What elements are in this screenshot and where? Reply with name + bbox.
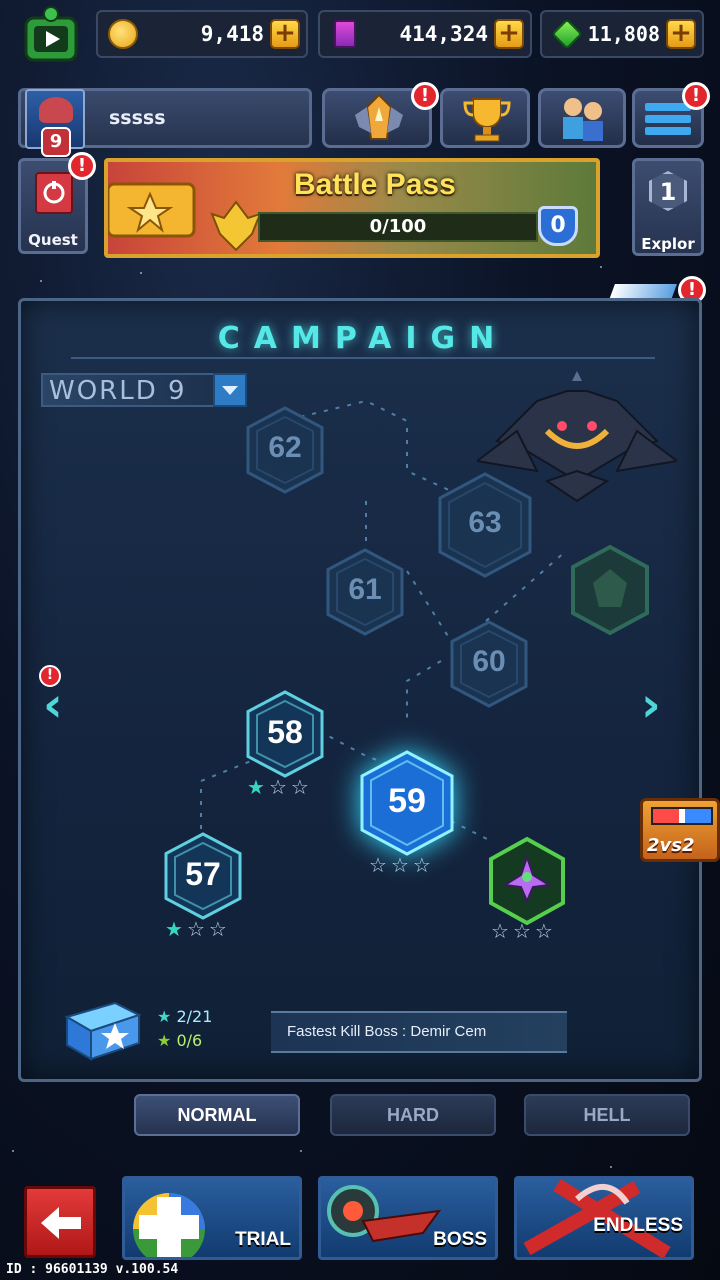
stage-stars: ☆ ☆ ☆: [369, 853, 431, 877]
tab-hard[interactable]: HARD: [330, 1094, 496, 1136]
battle-pass-title: Battle Pass: [294, 168, 456, 201]
stage-number: 60: [472, 645, 506, 679]
gems-counter: 11,808 +: [540, 10, 704, 58]
prev-world-alert-badge: !: [39, 665, 61, 687]
stars-collected: ★ 2/21: [157, 1007, 212, 1026]
ship-reward-node[interactable]: [487, 835, 567, 927]
star-icon: ☆: [534, 919, 553, 943]
footer-id: ID : 96601139 v.100.54: [6, 1262, 179, 1277]
stage-number: 57: [185, 856, 221, 893]
boss-stage-node[interactable]: [569, 543, 651, 637]
menu-alert-badge: !: [682, 82, 710, 110]
trial-button[interactable]: TRIAL: [122, 1176, 302, 1260]
battle-pass-progress-bar: 0/100: [258, 212, 538, 242]
stage-node[interactable]: 58: [245, 689, 325, 779]
friends-icon: [563, 98, 603, 141]
reward-chest-icon[interactable]: [61, 995, 145, 1065]
battle-pass-banner[interactable]: Battle Pass 0/100 0: [104, 158, 600, 258]
star-icon: ☆: [412, 853, 431, 877]
card-icon: [334, 20, 356, 48]
stage-stars: ★ ☆ ☆: [165, 917, 227, 941]
endless-label: ENDLESS: [593, 1215, 683, 1236]
trophy-icon: [463, 98, 511, 142]
explore-button[interactable]: 1 Explor: [632, 158, 704, 256]
trial-label: TRIAL: [235, 1229, 291, 1250]
event-2vs2-button[interactable]: 2vs2: [640, 798, 720, 862]
stage-number: 61: [348, 573, 382, 607]
leaderboard-button[interactable]: [440, 88, 530, 148]
stage-node[interactable]: 57: [163, 831, 243, 921]
back-arrow-icon: [41, 1207, 81, 1239]
gold-counter: 9,418 +: [96, 10, 308, 58]
profile-card[interactable]: 9 sssss: [18, 88, 312, 157]
next-world-arrow[interactable]: ›: [641, 677, 661, 733]
cards-value: 414,324: [399, 22, 488, 46]
boss-button[interactable]: BOSS: [318, 1176, 498, 1260]
stage-node[interactable]: 63: [437, 471, 533, 579]
battle-pass-ticket-icon: [108, 182, 196, 238]
endless-button[interactable]: ENDLESS: [514, 1176, 694, 1260]
stage-node[interactable]: 62: [245, 405, 325, 495]
explore-count-badge: 1: [649, 171, 687, 211]
star-icon: ☆: [290, 775, 309, 799]
star-icon: ☆: [491, 919, 509, 943]
add-gold-button[interactable]: +: [270, 19, 300, 49]
cards-counter: 414,324 +: [318, 10, 532, 58]
star-icon: ★: [165, 917, 183, 941]
star-icon: ☆: [186, 917, 205, 941]
quest-scroll-icon: [35, 172, 73, 214]
menu-icon: [645, 103, 691, 135]
star-icon: ★: [157, 1007, 172, 1026]
star-icon: ☆: [208, 917, 227, 941]
campaign-info-row: ★ 2/21 ★ 0/6 Fastest Kill Boss : Demir C…: [61, 1001, 661, 1063]
gems-value: 11,808: [587, 22, 660, 46]
stage-number: 63: [468, 506, 502, 540]
stage-node[interactable]: 61: [325, 547, 405, 637]
event-2vs2-label: 2vs2: [647, 835, 695, 856]
add-gems-button[interactable]: +: [666, 19, 696, 49]
coin-icon: [108, 19, 138, 49]
ship-node-stars: ☆ ☆ ☆: [491, 919, 553, 943]
bonus-stars: ★ 0/6: [157, 1031, 202, 1050]
star-icon: ☆: [390, 853, 409, 877]
player-level-badge: 9: [41, 127, 71, 157]
star-icon: ☆: [512, 919, 531, 943]
gold-value: 9,418: [200, 22, 264, 46]
app-logo-icon[interactable]: [18, 4, 88, 66]
battle-pass-level-badge: 0: [538, 206, 578, 246]
player-name: sssss: [109, 107, 166, 129]
battle-pass-rank-icon: [210, 200, 262, 252]
fastest-kill-text: Fastest Kill Boss : Demir Cem: [271, 1011, 567, 1053]
friends-button[interactable]: [538, 88, 626, 148]
tab-hell[interactable]: HELL: [524, 1094, 690, 1136]
stars-collected-value: 2/21: [176, 1007, 213, 1026]
add-cards-button[interactable]: +: [494, 19, 524, 49]
avatar-pilot-icon: [39, 97, 73, 123]
tab-normal[interactable]: NORMAL: [134, 1094, 300, 1136]
star-icon: ★: [247, 775, 265, 799]
trial-icon: [133, 1193, 205, 1257]
stage-number: 59: [388, 781, 426, 820]
star-icon: ☆: [268, 775, 287, 799]
bonus-stars-value: 0/6: [176, 1031, 203, 1050]
battle-pass-progress-text: 0/100: [369, 216, 427, 237]
back-button[interactable]: [24, 1186, 96, 1258]
star-icon: ☆: [369, 853, 387, 877]
rank-emblem-icon: [355, 93, 403, 140]
boss-label: BOSS: [433, 1229, 487, 1250]
campaign-panel: CAMPAIGN WORLD 9 62 63 61 60 58 ★ ☆ ☆ 59…: [18, 298, 702, 1082]
boss-icon: [327, 1185, 442, 1243]
stage-number: 58: [267, 714, 303, 751]
quest-alert-badge: !: [68, 152, 96, 180]
stage-node[interactable]: 59: [359, 749, 455, 857]
rank-alert-badge: !: [411, 82, 439, 110]
stage-node[interactable]: 60: [449, 619, 529, 709]
event-glasses-icon: [651, 807, 713, 825]
stage-number: 62: [268, 431, 302, 465]
explore-label: Explor: [641, 235, 695, 253]
star-icon: ★: [157, 1031, 172, 1050]
quest-label: Quest: [28, 231, 78, 249]
stage-stars: ★ ☆ ☆: [247, 775, 309, 799]
